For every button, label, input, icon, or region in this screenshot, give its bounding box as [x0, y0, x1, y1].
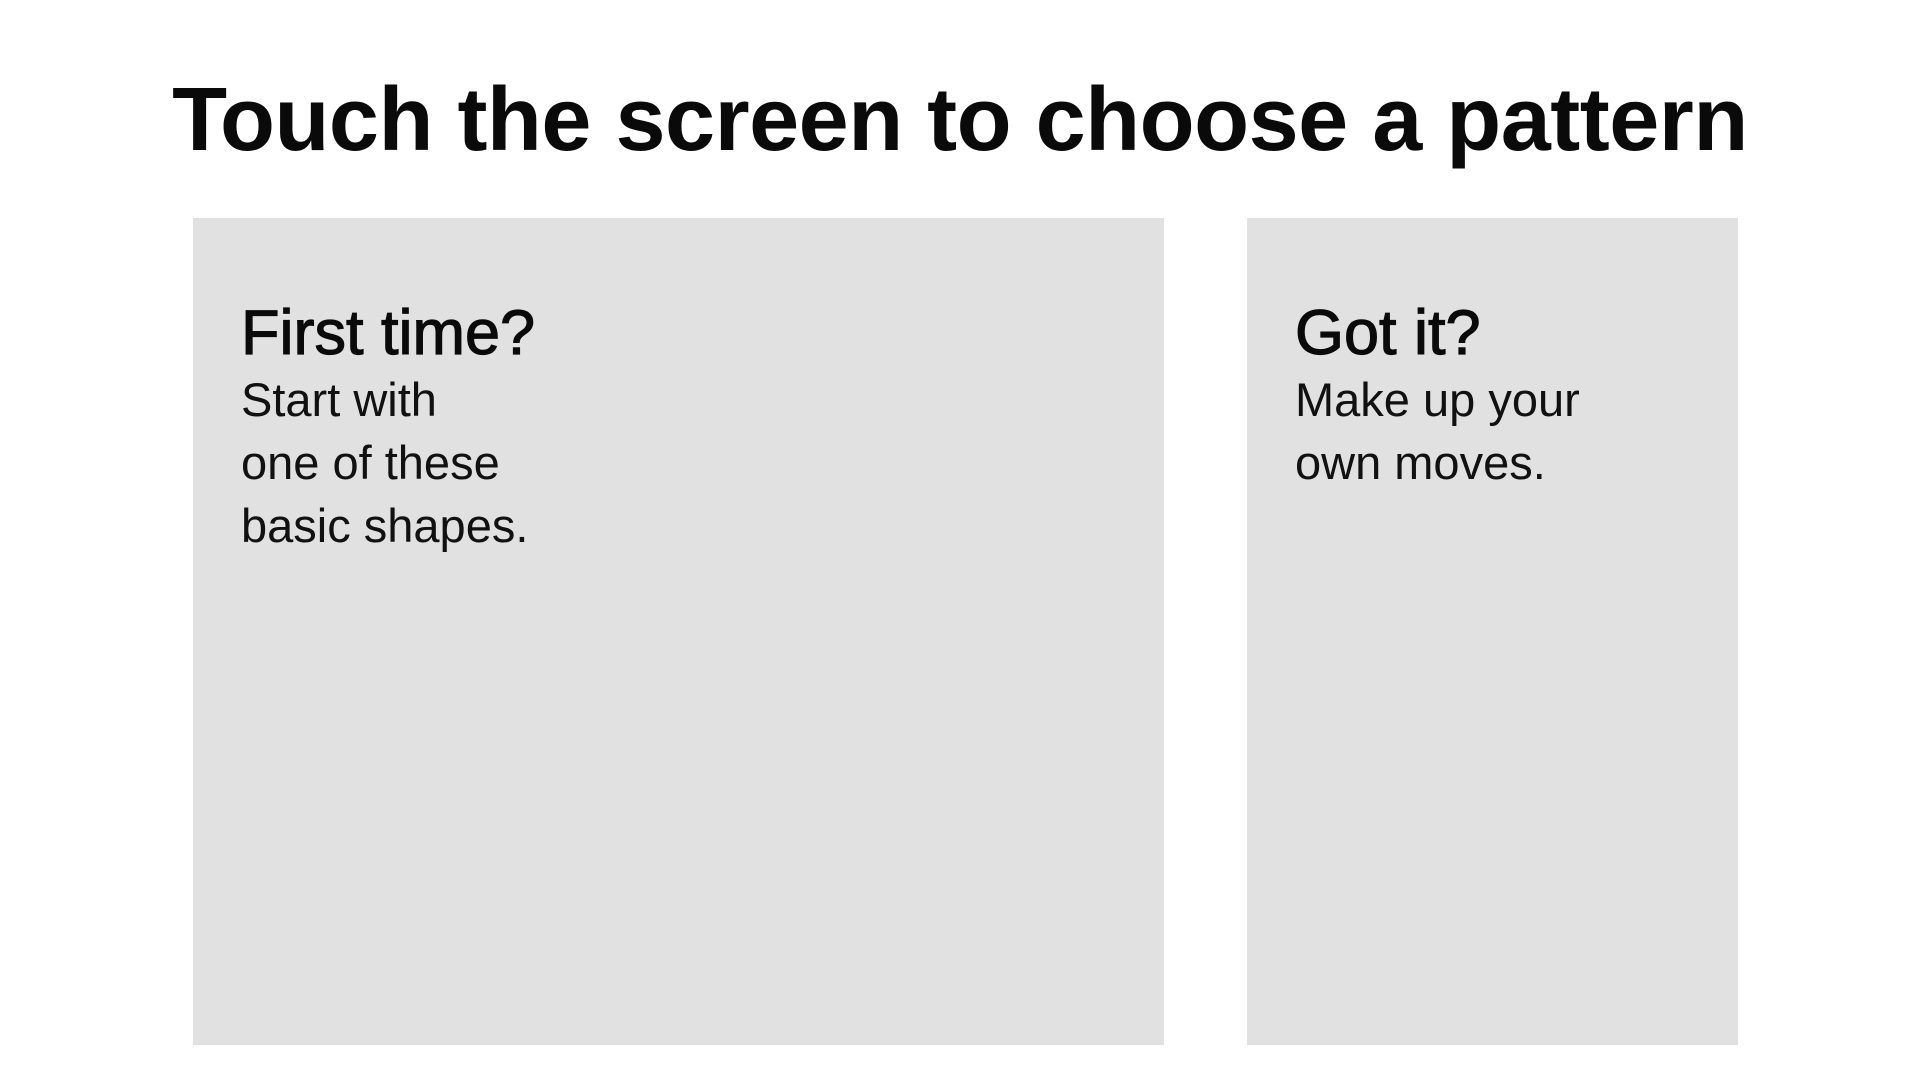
- first-time-line: Start with: [241, 373, 437, 426]
- first-time-line: one of these: [241, 436, 500, 489]
- first-time-description: Start with one of these basic shapes.: [241, 368, 535, 557]
- got-it-content: Got it? Make up your own moves.: [1294, 297, 1580, 494]
- got-it-panel[interactable]: Got it? Make up your own moves.: [1247, 218, 1738, 1045]
- got-it-line: own moves.: [1295, 436, 1546, 489]
- first-time-content: First time? Start with one of these basi…: [240, 297, 536, 557]
- got-it-heading: Got it?: [1294, 297, 1481, 368]
- first-time-line: basic shapes.: [241, 499, 529, 552]
- first-time-heading: First time?: [240, 297, 536, 368]
- page-title: Touch the screen to choose a pattern: [172, 70, 1748, 170]
- got-it-line: Make up your: [1295, 373, 1580, 426]
- got-it-description: Make up your own moves.: [1295, 368, 1580, 494]
- first-time-panel[interactable]: First time? Start with one of these basi…: [193, 218, 1164, 1045]
